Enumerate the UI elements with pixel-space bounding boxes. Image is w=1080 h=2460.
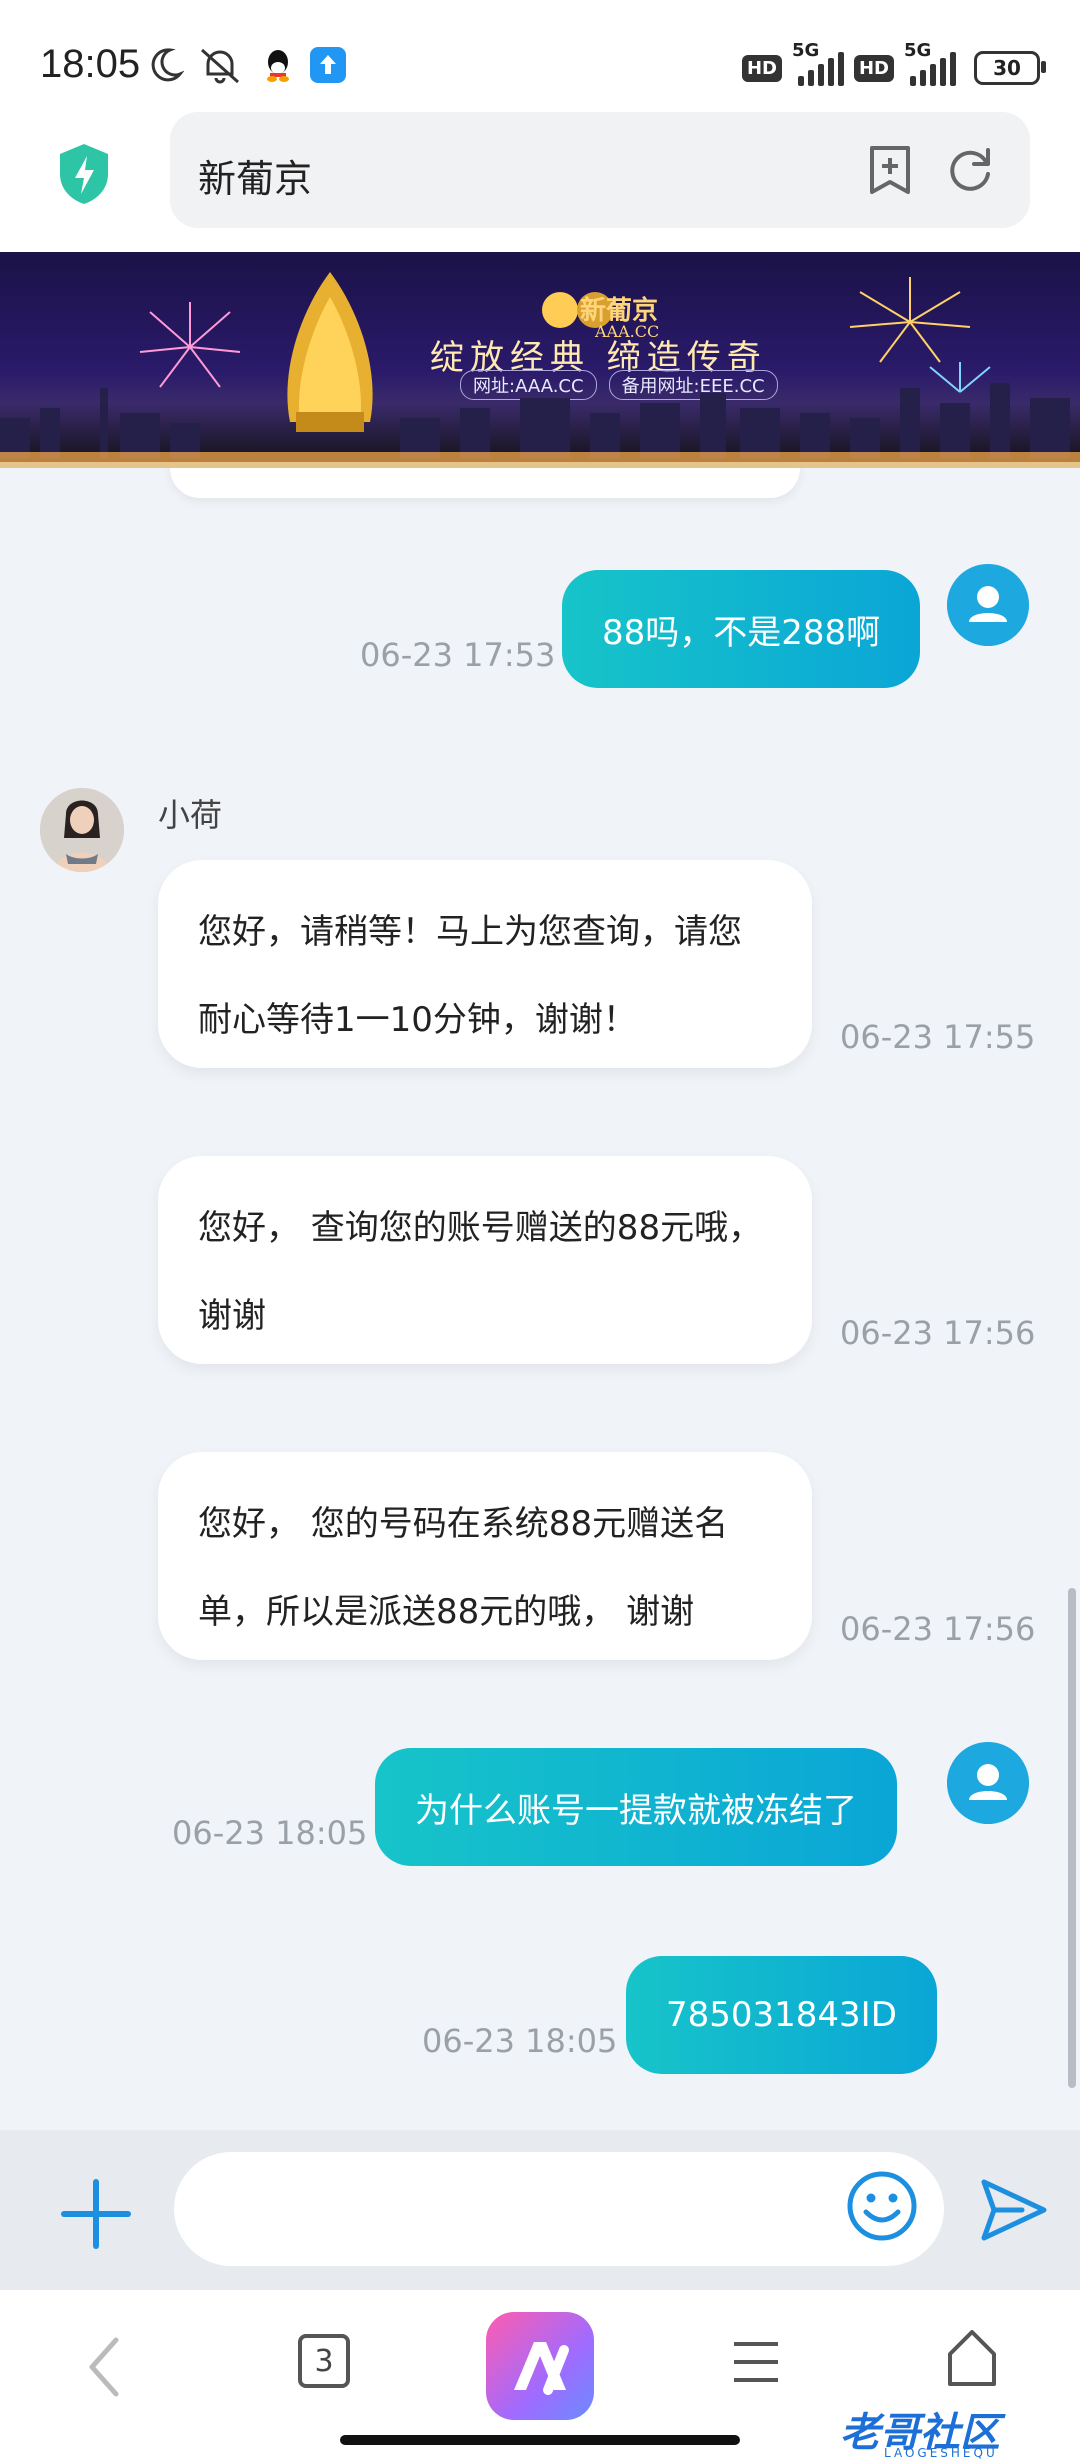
plus-icon[interactable]	[58, 2176, 134, 2252]
sent-message-bubble[interactable]: 785031843ID	[626, 1956, 937, 2074]
moon-icon	[151, 48, 184, 82]
emoji-icon[interactable]	[846, 2170, 918, 2242]
refresh-icon[interactable]	[942, 142, 998, 198]
address-bar[interactable]: 新葡京	[170, 112, 1030, 228]
browser-bottom-nav: 3 老哥社区 LAOGESHEQU	[0, 2290, 1080, 2460]
sent-message-bubble[interactable]: 88吗，不是288啊	[562, 570, 921, 688]
browser-home-app-icon[interactable]	[486, 2312, 594, 2420]
message-time: 06-23 17:53	[360, 636, 556, 674]
received-message-bubble[interactable]: 您好，请稍等！马上为您查询，请您耐心等待1一10分钟，谢谢！	[158, 860, 812, 1068]
back-icon[interactable]	[80, 2332, 130, 2402]
status-bar: 18:05 HD 5G HD 5G 30	[0, 0, 1080, 110]
received-message-bubble[interactable]: 您好， 您的号码在系统88元赠送名单，所以是派送88元的哦， 谢谢	[158, 1452, 812, 1660]
previous-message-bubble	[170, 468, 800, 498]
agent-name: 小荷	[158, 796, 223, 834]
status-indicators: HD 5G HD 5G 30	[741, 40, 1046, 88]
tabs-button[interactable]: 3	[298, 2334, 350, 2388]
watermark-subtext: LAOGESHEQU	[884, 2446, 998, 2460]
message-input-bar	[0, 2130, 1080, 2290]
agent-avatar[interactable]	[40, 788, 124, 872]
message-input[interactable]	[174, 2152, 944, 2266]
message-time: 06-23 18:05	[172, 1814, 368, 1852]
casino-banner[interactable]: 新葡京 AAA.CC 绽放经典 缔造传奇 网址:AAA.CC 备用网址:EEE.…	[0, 252, 1080, 468]
received-message-bubble[interactable]: 您好， 查询您的账号赠送的88元哦， 谢谢	[158, 1156, 812, 1364]
home-icon[interactable]	[944, 2326, 1000, 2390]
city-skyline-graphic	[0, 383, 1080, 468]
message-time: 06-23 17:56	[840, 1610, 1036, 1648]
qq-icon	[267, 50, 289, 82]
signal-2-icon: 5G	[904, 40, 956, 86]
menu-icon[interactable]	[730, 2336, 782, 2388]
browser-toolbar: 新葡京	[0, 110, 1080, 252]
shield-bolt-icon[interactable]	[56, 142, 112, 206]
status-time: 18:05	[40, 42, 141, 86]
upload-app-icon	[310, 47, 346, 83]
send-icon[interactable]	[978, 2176, 1050, 2244]
address-text[interactable]: 新葡京	[198, 148, 312, 203]
hd-badge-2: HD	[853, 54, 894, 82]
hd-badge: HD	[741, 54, 782, 82]
message-time: 06-23 18:05	[422, 2022, 618, 2060]
home-indicator[interactable]	[340, 2435, 740, 2445]
signal-1-icon: 5G	[792, 40, 844, 86]
agent-photo	[40, 788, 124, 872]
message-time: 06-23 17:55	[840, 1018, 1036, 1056]
network-1-label: 5G	[791, 40, 820, 61]
battery-indicator: 30	[974, 51, 1046, 85]
add-bookmark-icon[interactable]	[862, 142, 918, 198]
chat-thread[interactable]: 06-23 17:53 88吗，不是288啊 小荷 您好，请稍等！马上为您查询，…	[0, 468, 1080, 2130]
message-time: 06-23 17:56	[840, 1314, 1036, 1352]
mute-bell-icon	[201, 48, 239, 84]
network-2-label: 5G	[904, 40, 932, 61]
sent-message-bubble[interactable]: 为什么账号一提款就被冻结了	[375, 1748, 897, 1866]
user-avatar-icon[interactable]	[947, 564, 1029, 646]
user-avatar-icon[interactable]	[947, 1742, 1029, 1824]
ai-logo-icon	[514, 2342, 569, 2395]
chat-scrollbar[interactable]	[1068, 1588, 1076, 2088]
